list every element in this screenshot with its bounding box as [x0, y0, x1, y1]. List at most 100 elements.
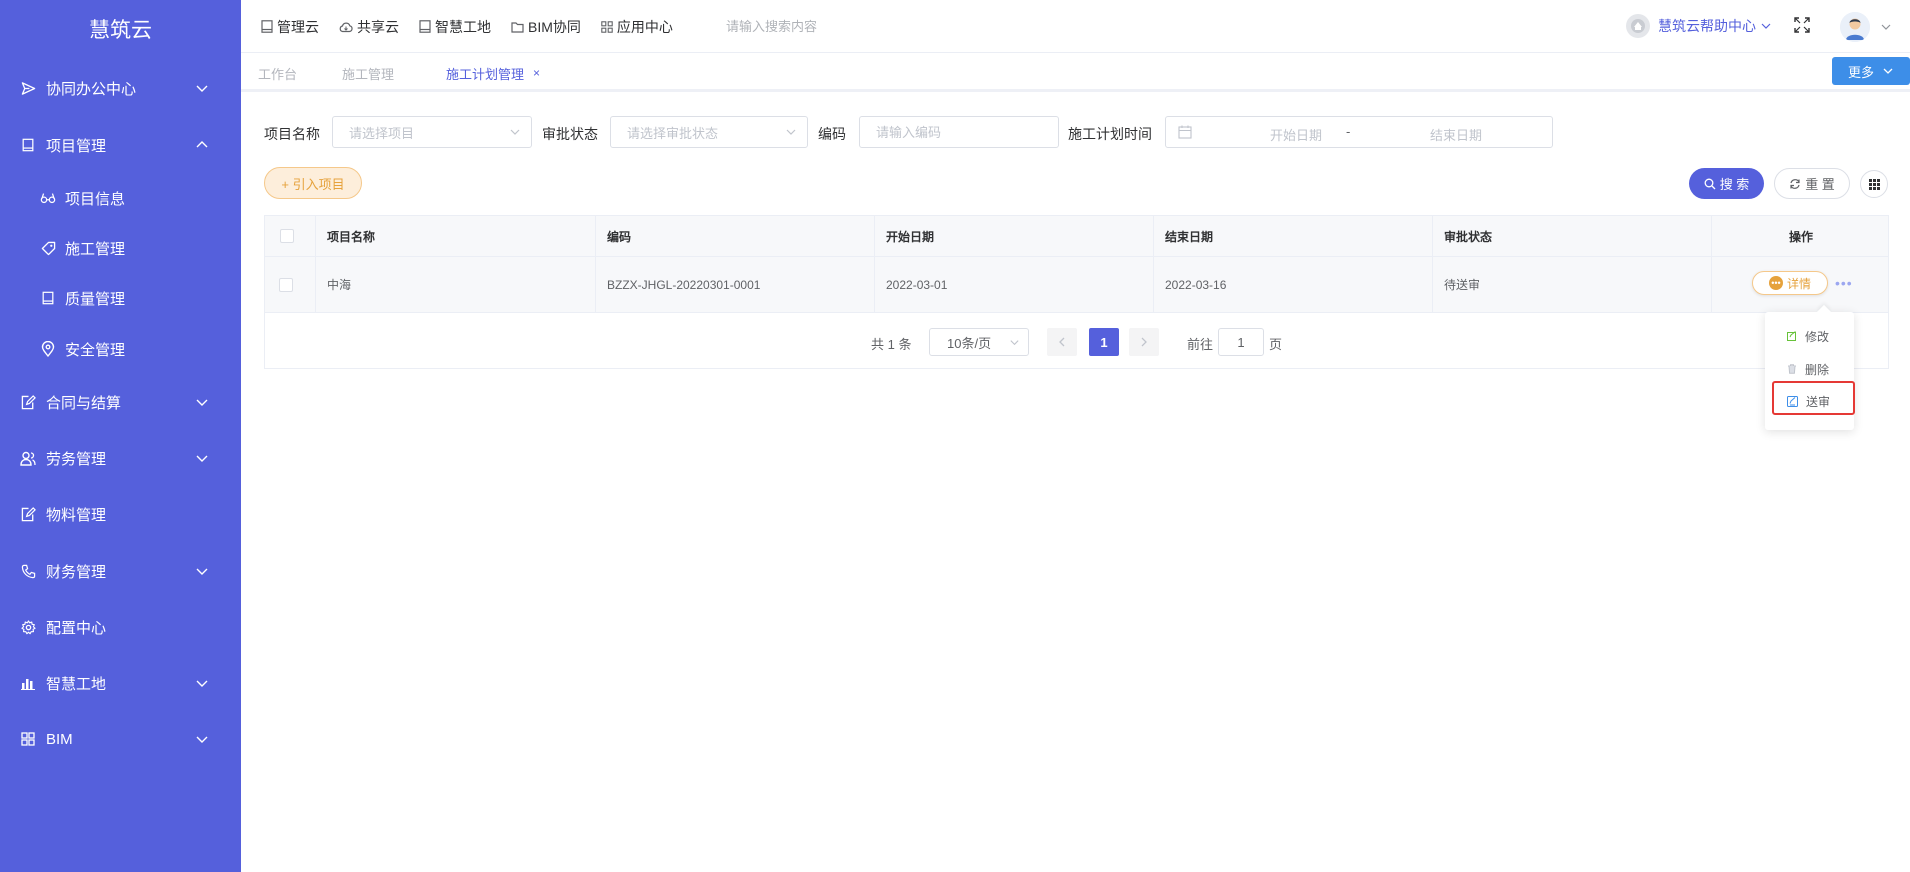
construction-plan-table: 项目名称 编码 开始日期 结束日期 审批状态 操作 中海 BZZX-JHGL-2… — [264, 215, 1889, 369]
search-icon — [1704, 178, 1716, 189]
sidebar-item-finance-mgmt[interactable]: 财务管理 — [0, 551, 241, 591]
next-page-button[interactable] — [1129, 328, 1159, 356]
sidebar-item-label: 配置中心 — [46, 619, 107, 637]
cell-end-date: 2022-03-16 — [1154, 257, 1433, 312]
gear-icon — [20, 619, 36, 635]
table-header: 项目名称 编码 开始日期 结束日期 审批状态 操作 — [265, 216, 1888, 257]
row-actions-menu: 修改 删除 送审 — [1765, 312, 1855, 430]
code-input[interactable] — [859, 116, 1059, 148]
column-header[interactable]: 结束日期 — [1154, 216, 1433, 256]
menu-item-edit[interactable]: 修改 — [1765, 321, 1854, 351]
chevron-down-icon[interactable] — [1880, 21, 1892, 33]
menu-item-delete[interactable]: 删除 — [1765, 354, 1854, 384]
column-header[interactable]: 编码 — [596, 216, 875, 256]
tab-construction-mgmt[interactable]: 施工管理 — [342, 64, 394, 83]
chevron-down-icon — [196, 680, 208, 687]
filter-label-project: 项目名称 — [264, 126, 320, 142]
sidebar-item-config-center[interactable]: 配置中心 — [0, 607, 241, 647]
top-nav-label: 共享云 — [357, 18, 399, 35]
brand-logo-text: 慧筑云 — [89, 19, 152, 42]
sidebar-item-contract-settlement[interactable]: 合同与结算 — [0, 382, 241, 422]
tab-close-icon[interactable]: × — [533, 66, 540, 80]
sidebar-item-labor-mgmt[interactable]: 劳务管理 — [0, 438, 241, 478]
status-select[interactable]: 请选择审批状态 — [610, 116, 808, 148]
column-header[interactable]: 项目名称 — [316, 216, 596, 256]
top-nav-label: 应用中心 — [616, 18, 673, 35]
detail-button[interactable]: ••• 详情 — [1752, 271, 1828, 295]
page-number-button[interactable]: 1 — [1089, 328, 1119, 356]
chevron-down-icon — [196, 736, 208, 743]
help-center-dropdown[interactable]: 慧筑云帮助中心 — [1626, 14, 1772, 38]
column-header[interactable]: 审批状态 — [1433, 216, 1712, 256]
chevron-down-icon — [1010, 340, 1019, 346]
grid-icon — [20, 731, 36, 747]
sidebar-subitem-project-info[interactable]: 项目信息 — [0, 178, 241, 218]
chevron-up-icon — [196, 141, 208, 148]
top-nav-bim-collab[interactable]: BIM协同 — [511, 17, 581, 37]
sidebar-subitem-quality-mgmt[interactable]: 质量管理 — [0, 278, 241, 318]
sidebar-item-label: 物料管理 — [46, 506, 107, 524]
chevron-down-icon — [786, 129, 796, 135]
select-all-checkbox[interactable] — [280, 229, 294, 243]
end-date-input[interactable]: 结束日期 — [1401, 125, 1511, 144]
fullscreen-icon[interactable] — [1794, 17, 1810, 36]
chevron-down-icon — [196, 455, 208, 462]
filter-label-plan-date: 施工计划时间 — [1068, 126, 1152, 142]
help-center-label: 慧筑云帮助中心 — [1658, 18, 1756, 34]
global-search-input[interactable] — [726, 16, 946, 36]
chevron-down-icon — [196, 568, 208, 575]
chevron-down-icon — [196, 399, 208, 406]
import-project-button[interactable]: + 引入项目 — [264, 167, 362, 199]
glasses-icon — [40, 190, 56, 206]
top-nav-smart-site[interactable]: 智慧工地 — [419, 17, 491, 37]
column-header[interactable]: 开始日期 — [875, 216, 1154, 256]
search-button[interactable]: 搜 索 — [1689, 168, 1764, 199]
help-center-logo-icon — [1626, 14, 1650, 38]
tab-workbench[interactable]: 工作台 — [258, 64, 297, 83]
menu-item-label: 删除 — [1805, 362, 1830, 377]
pagination-total: 共 1 条 — [871, 337, 912, 352]
chevron-down-icon — [1761, 23, 1771, 29]
cell-code: BZZX-JHGL-20220301-0001 — [596, 257, 875, 312]
sidebar-item-collab-office[interactable]: 协同办公中心 — [0, 68, 241, 108]
sidebar-item-label: 项目管理 — [46, 137, 107, 155]
sidebar-subitem-safety-mgmt[interactable]: 安全管理 — [0, 329, 241, 369]
top-bar: 管理云 共享云 智慧工地 BIM协同 应用中心 慧筑云帮助中心 — [241, 0, 1910, 53]
sidebar-item-material-mgmt[interactable]: 物料管理 — [0, 494, 241, 534]
detail-button-label: 详情 — [1786, 276, 1811, 291]
sidebar-item-label: 智慧工地 — [46, 675, 107, 693]
sidebar-subitem-label: 施工管理 — [65, 240, 126, 258]
highlight-box — [1772, 381, 1855, 415]
chevron-down-icon — [510, 129, 520, 135]
more-circle-icon: ••• — [1768, 276, 1783, 290]
reset-button[interactable]: 重 置 — [1774, 168, 1850, 199]
bar-chart-icon — [20, 675, 36, 691]
sidebar-item-smart-site[interactable]: 智慧工地 — [0, 663, 241, 703]
page-size-select[interactable]: 10条/页 — [929, 328, 1029, 356]
sidebar-subitem-construction-mgmt[interactable]: 施工管理 — [0, 228, 241, 268]
row-checkbox[interactable] — [279, 277, 293, 292]
start-date-input[interactable]: 开始日期 — [1241, 125, 1351, 144]
goto-page-input[interactable] — [1218, 328, 1264, 356]
top-nav-management-cloud[interactable]: 管理云 — [261, 17, 319, 37]
more-actions-icon[interactable]: ••• — [1835, 275, 1853, 291]
plan-date-range-picker[interactable]: 开始日期 - 结束日期 — [1165, 116, 1553, 148]
search-button-label: 搜 索 — [1719, 177, 1750, 192]
chevron-down-icon — [1883, 68, 1893, 74]
prev-page-button[interactable] — [1047, 328, 1077, 356]
filter-label-status: 审批状态 — [542, 126, 598, 142]
more-tabs-button[interactable]: 更多 — [1832, 57, 1910, 85]
cell-start-date: 2022-03-01 — [875, 257, 1154, 312]
sidebar-item-bim[interactable]: BIM — [0, 719, 241, 759]
user-group-icon — [20, 450, 36, 466]
book-icon — [20, 137, 36, 153]
status-select-placeholder: 请选择审批状态 — [627, 125, 719, 141]
top-nav-app-center[interactable]: 应用中心 — [601, 17, 673, 37]
sidebar-item-project-mgmt[interactable]: 项目管理 — [0, 125, 241, 165]
user-avatar[interactable] — [1840, 12, 1870, 42]
top-nav-shared-cloud[interactable]: 共享云 — [339, 17, 399, 37]
project-select[interactable]: 请选择项目 — [332, 116, 532, 148]
column-settings-button[interactable] — [1860, 170, 1888, 198]
calendar-icon — [1178, 125, 1192, 139]
tab-construction-plan-mgmt[interactable]: 施工计划管理 — [446, 64, 524, 83]
